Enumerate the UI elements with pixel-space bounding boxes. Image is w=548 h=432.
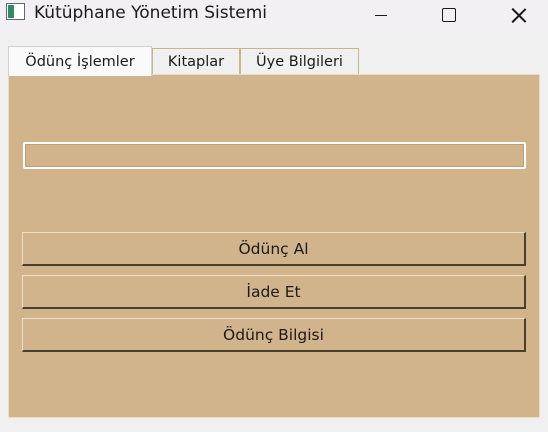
- tab-odunc-islemler[interactable]: Ödünç İşlemler: [8, 46, 152, 76]
- tab-uye-bilgileri[interactable]: Üye Bilgileri: [240, 48, 359, 74]
- tab-kitaplar[interactable]: Kitaplar: [152, 48, 240, 74]
- close-button[interactable]: [496, 0, 542, 30]
- app-window: Kütüphane Yönetim Sistemi Ödünç İşlemler…: [0, 0, 548, 432]
- maximize-button[interactable]: [426, 0, 472, 30]
- close-icon: [511, 7, 527, 23]
- book-entry-input[interactable]: [23, 142, 526, 169]
- borrow-info-button[interactable]: Ödünç Bilgisi: [22, 318, 526, 352]
- window-title: Kütüphane Yönetim Sistemi: [34, 3, 268, 23]
- minimize-icon: [375, 14, 387, 16]
- return-button[interactable]: İade Et: [22, 275, 526, 309]
- app-icon: [6, 3, 25, 20]
- maximize-icon: [442, 8, 456, 22]
- title-bar[interactable]: Kütüphane Yönetim Sistemi: [0, 0, 548, 32]
- minimize-button[interactable]: [358, 0, 404, 30]
- borrow-button[interactable]: Ödünç Al: [22, 232, 526, 266]
- tab-panel: Ödünç Al İade Et Ödünç Bilgisi: [8, 74, 540, 418]
